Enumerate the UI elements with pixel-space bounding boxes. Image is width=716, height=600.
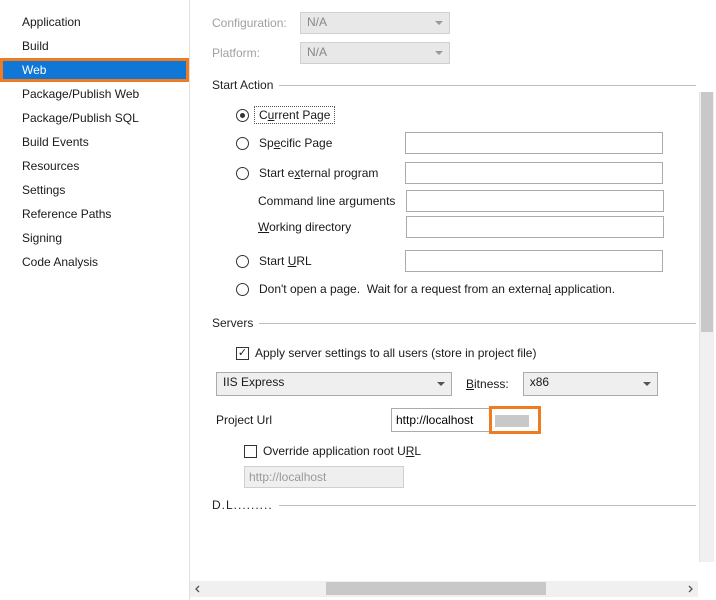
sidebar-item-package-publish-web[interactable]: Package/Publish Web [0, 82, 189, 106]
radio-specific-page-label: Specific Page [255, 135, 405, 151]
radio-current-page[interactable] [236, 109, 249, 122]
radio-start-url-label: Start URL [255, 253, 405, 269]
start-action-group: Start Action Current Page Specific Page … [212, 78, 696, 302]
apply-all-label: Apply server settings to all users (stor… [255, 346, 536, 360]
override-label: Override application root URL [263, 444, 421, 458]
sidebar-item-package-publish-sql[interactable]: Package/Publish SQL [0, 106, 189, 130]
specific-page-input[interactable] [405, 132, 663, 154]
scroll-track[interactable] [206, 581, 682, 597]
start-url-input[interactable] [405, 250, 663, 272]
cmd-args-input[interactable] [406, 190, 664, 212]
project-url-input[interactable] [391, 408, 539, 432]
debuggers-title: D.L......... [212, 498, 279, 512]
working-dir-input[interactable] [406, 216, 664, 238]
servers-title: Servers [212, 316, 259, 330]
sidebar-item-web[interactable]: Web [0, 58, 189, 82]
radio-start-url[interactable] [236, 255, 249, 268]
sidebar-item-signing[interactable]: Signing [0, 226, 189, 250]
bitness-select[interactable]: x86 [523, 372, 658, 396]
radio-start-external[interactable] [236, 167, 249, 180]
radio-specific-page[interactable] [236, 137, 249, 150]
configuration-label: Configuration: [212, 16, 300, 30]
radio-dont-open-label: Don't open a page. Wait for a request fr… [255, 281, 619, 297]
radio-dont-open[interactable] [236, 283, 249, 296]
override-url-input [244, 466, 404, 488]
apply-all-checkbox[interactable]: ✓ [236, 347, 249, 360]
sidebar-item-build[interactable]: Build [0, 34, 189, 58]
sidebar-item-reference-paths[interactable]: Reference Paths [0, 202, 189, 226]
radio-current-page-label: Current Page [255, 107, 334, 123]
horizontal-scrollbar[interactable] [190, 581, 698, 597]
server-type-select[interactable]: IIS Express [216, 372, 452, 396]
divider [259, 323, 696, 324]
vertical-scrollbar[interactable] [699, 92, 714, 562]
chevron-left-icon [194, 585, 202, 593]
scroll-left-button[interactable] [190, 581, 206, 597]
start-action-title: Start Action [212, 78, 279, 92]
override-checkbox[interactable] [244, 445, 257, 458]
working-dir-label: Working directory [258, 220, 406, 234]
sidebar-item-settings[interactable]: Settings [0, 178, 189, 202]
horizontal-scroll-thumb[interactable] [326, 582, 546, 595]
cmd-args-label: Command line arguments [258, 194, 406, 208]
chevron-right-icon [686, 585, 694, 593]
divider [279, 85, 696, 86]
project-url-label: Project Url [216, 413, 391, 427]
divider [279, 505, 696, 506]
debuggers-group: D.L......... [212, 498, 696, 512]
scroll-right-button[interactable] [682, 581, 698, 597]
sidebar-item-resources[interactable]: Resources [0, 154, 189, 178]
sidebar: Application Build Web Package/Publish We… [0, 0, 190, 600]
sidebar-item-application[interactable]: Application [0, 10, 189, 34]
external-program-input[interactable] [405, 162, 663, 184]
bitness-label: Bitness: [466, 377, 509, 391]
servers-group: Servers ✓ Apply server settings to all u… [212, 316, 696, 488]
platform-select: N/A [300, 42, 450, 64]
platform-label: Platform: [212, 46, 300, 60]
configuration-select: N/A [300, 12, 450, 34]
main-panel: Configuration: N/A Platform: N/A Start A… [190, 0, 716, 600]
radio-start-external-label: Start external program [255, 165, 405, 181]
sidebar-item-build-events[interactable]: Build Events [0, 130, 189, 154]
vertical-scroll-thumb[interactable] [701, 92, 713, 332]
sidebar-item-code-analysis[interactable]: Code Analysis [0, 250, 189, 274]
